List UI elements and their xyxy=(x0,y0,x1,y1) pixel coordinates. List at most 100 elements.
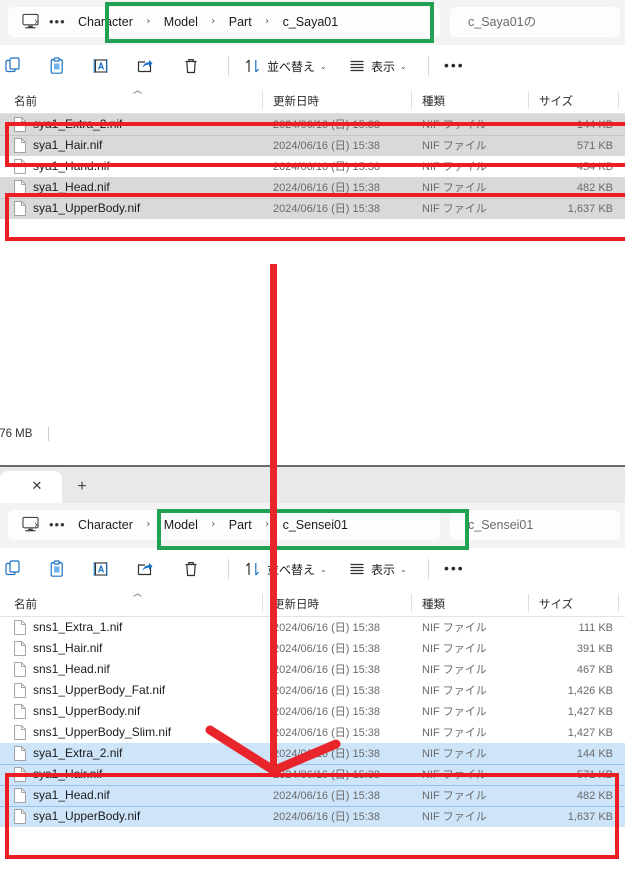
sort-ascending-icon: ︿ xyxy=(133,589,143,599)
address-overflow-icon[interactable]: ••• xyxy=(49,15,66,29)
file-row[interactable]: sya1_UpperBody.nif 2024/06/16 (日) 15:38 NI… xyxy=(0,806,625,827)
column-header-type[interactable]: 種類 xyxy=(422,596,445,612)
view-button[interactable]: 表示 ⌄ xyxy=(348,52,407,80)
file-row[interactable]: sns1_Head.nif 2024/06/16 (日) 15:38 NIF ファイ… xyxy=(0,659,625,680)
rename-button[interactable] xyxy=(92,555,110,583)
share-icon xyxy=(137,59,153,73)
file-row[interactable]: sya1_Hand.nif 2024/06/16 (日) 15:38 NIF ファイ… xyxy=(0,156,625,177)
column-header-size[interactable]: サイズ xyxy=(539,596,573,612)
breadcrumb-item-character[interactable]: Character xyxy=(78,516,133,534)
view-button[interactable]: 表示 ⌄ xyxy=(348,555,407,583)
close-icon[interactable]: ✕ xyxy=(29,478,45,494)
sort-icon xyxy=(245,562,260,576)
file-row[interactable]: sya1_Hair.nif 2024/06/16 (日) 15:38 NIF ファイ… xyxy=(0,764,625,785)
file-date-modified: 2024/06/16 (日) 15:38 xyxy=(273,119,381,131)
column-divider[interactable] xyxy=(618,594,619,612)
column-header-row-top: ︿ 名前 更新日時 種類 サイズ xyxy=(0,87,625,114)
address-overflow-icon[interactable]: ••• xyxy=(49,518,66,532)
copy-button[interactable] xyxy=(5,52,23,80)
column-divider[interactable] xyxy=(262,91,263,109)
file-row[interactable]: sya1_Head.nif 2024/06/16 (日) 15:38 NIF ファイ… xyxy=(0,177,625,198)
column-header-date[interactable]: 更新日時 xyxy=(273,93,319,109)
column-divider[interactable] xyxy=(528,594,529,612)
breadcrumb-item-part[interactable]: Part xyxy=(229,13,252,31)
breadcrumb-item-character[interactable]: Character xyxy=(78,13,133,31)
breadcrumb-separator: › xyxy=(265,519,270,530)
file-icon xyxy=(14,620,26,635)
column-divider[interactable] xyxy=(411,594,412,612)
breadcrumb-item-model[interactable]: Model xyxy=(164,516,198,534)
file-date-modified: 2024/06/16 (日) 15:38 xyxy=(273,140,381,152)
search-input-bottom[interactable]: c_Sensei01 xyxy=(450,510,620,540)
rename-button[interactable] xyxy=(92,52,110,80)
column-divider[interactable] xyxy=(411,91,412,109)
file-name: sya1_UpperBody.nif xyxy=(33,809,141,823)
file-row[interactable]: sya1_UpperBody.nif 2024/06/16 (日) 15:38 NI… xyxy=(0,198,625,219)
column-header-name[interactable]: 名前 xyxy=(14,596,37,612)
file-type: NIF ファイル xyxy=(422,748,487,760)
more-options-button[interactable]: ••• xyxy=(444,561,465,575)
file-row[interactable]: sns1_Extra_1.nif 2024/06/16 (日) 15:38 NIF … xyxy=(0,617,625,638)
file-type: NIF ファイル xyxy=(422,685,487,697)
file-row[interactable]: sya1_Extra_2.nif 2024/06/16 (日) 15:38 NIF … xyxy=(0,114,625,135)
explorer-window-source: › ••• Character › Model › Part › c_Saya0… xyxy=(0,0,625,465)
paste-icon xyxy=(50,57,63,74)
sort-button[interactable]: 並べ替え ⌄ xyxy=(244,555,327,583)
address-bar-bottom: › ••• Character › Model › Part › c_Sense… xyxy=(0,503,625,548)
file-type: NIF ファイル xyxy=(422,811,487,823)
address-chevron-icon[interactable]: › xyxy=(34,518,38,532)
more-options-button[interactable]: ••• xyxy=(444,58,465,72)
column-header-size[interactable]: サイズ xyxy=(539,93,573,109)
delete-button[interactable] xyxy=(182,555,200,583)
file-row[interactable]: sya1_Extra_2.nif 2024/06/16 (日) 15:38 NIF … xyxy=(0,743,625,764)
column-header-name[interactable]: 名前 xyxy=(14,93,37,109)
search-input-top[interactable]: c_Saya01の xyxy=(450,7,620,37)
file-icon xyxy=(14,704,26,719)
file-row[interactable]: sns1_UpperBody.nif 2024/06/16 (日) 15:38 NI… xyxy=(0,701,625,722)
trash-icon xyxy=(185,59,197,74)
breadcrumb-item-current-folder[interactable]: c_Saya01 xyxy=(283,13,339,31)
breadcrumb-separator: › xyxy=(146,16,151,27)
paste-button[interactable] xyxy=(48,555,66,583)
share-button[interactable] xyxy=(136,52,154,80)
new-tab-button[interactable]: + xyxy=(72,477,92,497)
toolbar-divider xyxy=(228,559,229,579)
file-icon xyxy=(14,180,26,195)
delete-button[interactable] xyxy=(182,52,200,80)
address-chevron-icon[interactable]: › xyxy=(34,15,38,29)
file-row[interactable]: sns1_Hair.nif 2024/06/16 (日) 15:38 NIF ファイ… xyxy=(0,638,625,659)
file-row[interactable]: sya1_Head.nif 2024/06/16 (日) 15:38 NIF ファイ… xyxy=(0,785,625,806)
file-date-modified: 2024/06/16 (日) 15:38 xyxy=(273,748,381,760)
copy-button[interactable] xyxy=(5,555,23,583)
breadcrumb-item-current-folder[interactable]: c_Sensei01 xyxy=(283,516,348,534)
breadcrumb-separator: › xyxy=(265,16,270,27)
file-name: sns1_UpperBody.nif xyxy=(33,704,141,718)
paste-button[interactable] xyxy=(48,52,66,80)
file-size: 144 KB xyxy=(576,748,613,760)
column-header-type[interactable]: 種類 xyxy=(422,93,445,109)
file-name: sns1_UpperBody_Slim.nif xyxy=(33,725,172,739)
file-name: sns1_Extra_1.nif xyxy=(33,620,123,634)
column-header-date[interactable]: 更新日時 xyxy=(273,596,319,612)
file-type: NIF ファイル xyxy=(422,664,487,676)
file-size: 144 KB xyxy=(576,119,613,131)
column-divider[interactable] xyxy=(262,594,263,612)
breadcrumb-bottom: Character › Model › Part › c_Sensei01 xyxy=(78,516,348,534)
file-name: sya1_Hair.nif xyxy=(33,138,103,152)
status-bar-top: .76 MB xyxy=(0,426,625,446)
toolbar-divider xyxy=(228,56,229,76)
breadcrumb-item-model[interactable]: Model xyxy=(164,13,198,31)
sort-button[interactable]: 並べ替え ⌄ xyxy=(244,52,327,80)
file-type: NIF ファイル xyxy=(422,727,487,739)
file-date-modified: 2024/06/16 (日) 15:38 xyxy=(273,643,381,655)
breadcrumb-item-part[interactable]: Part xyxy=(229,516,252,534)
file-row[interactable]: sya1_Hair.nif 2024/06/16 (日) 15:38 NIF ファイ… xyxy=(0,135,625,156)
file-size: 1,637 KB xyxy=(567,203,613,215)
file-row[interactable]: sns1_UpperBody_Slim.nif 2024/06/16 (日) 15… xyxy=(0,722,625,743)
column-divider[interactable] xyxy=(618,91,619,109)
file-row[interactable]: sns1_UpperBody_Fat.nif 2024/06/16 (日) 15:… xyxy=(0,680,625,701)
paste-icon xyxy=(50,560,63,577)
share-button[interactable] xyxy=(136,555,154,583)
file-size: 1,426 KB xyxy=(567,685,613,697)
column-divider[interactable] xyxy=(528,91,529,109)
